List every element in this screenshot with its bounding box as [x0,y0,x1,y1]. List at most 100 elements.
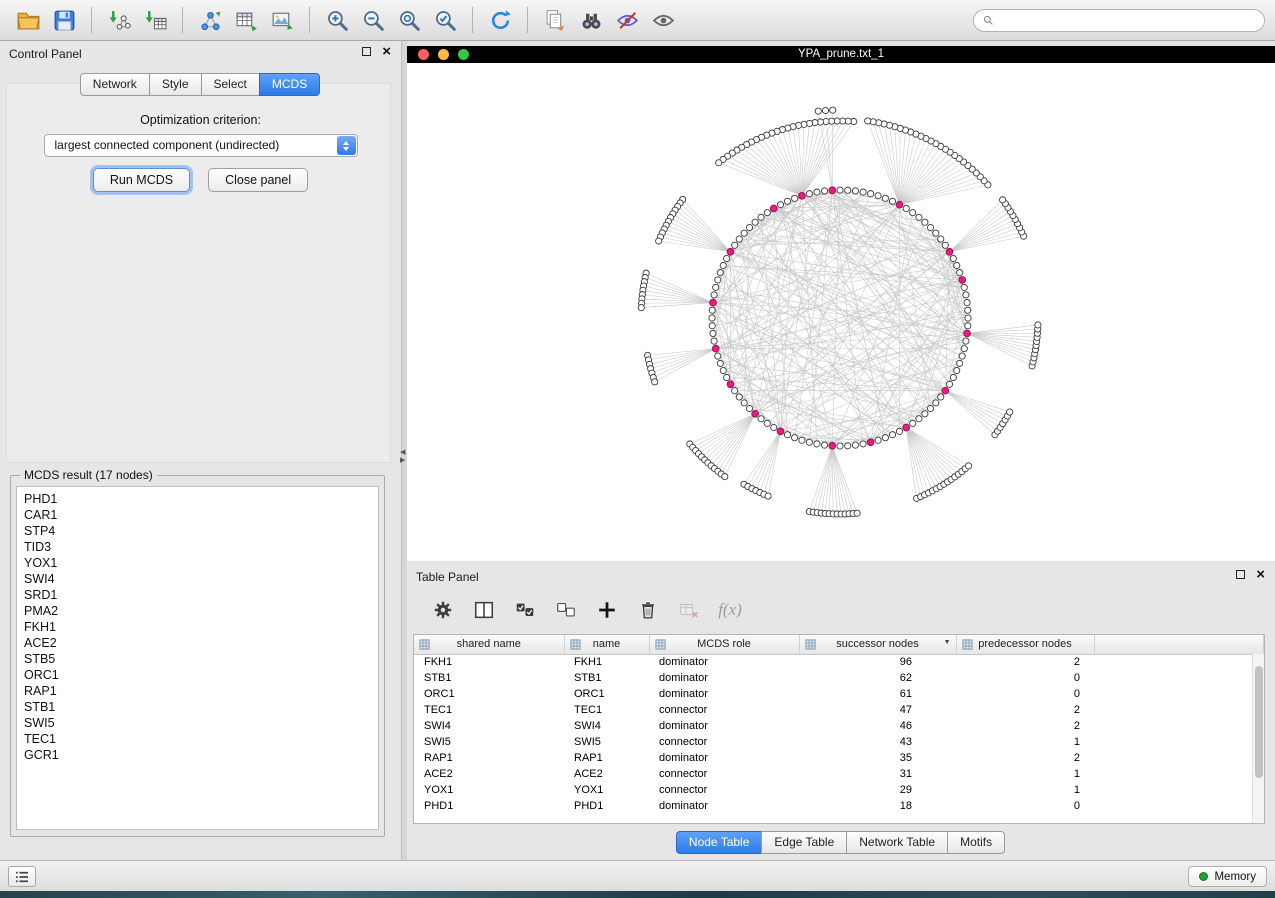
float-table-panel-icon[interactable] [1236,570,1245,579]
mcds-result-item[interactable]: SWI5 [24,715,371,731]
settings-button[interactable] [429,596,457,624]
table-row[interactable]: ORC1ORC1dominator610 [414,686,1264,702]
table-cell: FKH1 [564,654,649,670]
mcds-result-item[interactable]: PHD1 [24,491,371,507]
column-header-shared-name[interactable]: shared name [414,635,564,654]
table-row[interactable]: RAP1RAP1dominator352 [414,750,1264,766]
table-cell: TEC1 [564,702,649,718]
table-scrollbar[interactable] [1252,654,1264,823]
tab-motifs[interactable]: Motifs [947,831,1005,854]
find-button[interactable] [573,4,609,37]
select-all-button[interactable] [511,596,539,624]
table-cell: 31 [799,766,956,782]
search-input[interactable] [1000,13,1256,27]
zoom-selected-icon [433,8,458,33]
mcds-result-item[interactable]: ORC1 [24,667,371,683]
show-all-button[interactable] [645,4,681,37]
tab-edge-table[interactable]: Edge Table [761,831,847,854]
table-row[interactable]: YOX1YOX1connector291 [414,782,1264,798]
run-mcds-button[interactable]: Run MCDS [93,168,190,192]
tab-select[interactable]: Select [201,73,260,96]
table-row[interactable]: PHD1PHD1dominator180 [414,798,1264,814]
network-view-window: YPA_prune.txt_1 [407,46,1275,561]
mcds-result-list: PHD1CAR1STP4TID3YOX1SWI4SRD1PMA2FKH1ACE2… [16,486,379,830]
mcds-result-item[interactable]: CAR1 [24,507,371,523]
mcds-buttons-row: Run MCDS Close panel [0,168,401,192]
sort-desc-icon[interactable]: ▼ [944,639,951,646]
tab-node-table[interactable]: Node Table [676,831,763,854]
zoom-in-button[interactable] [319,4,355,37]
attribute-icon [962,639,973,650]
mcds-result-item[interactable]: GCR1 [24,747,371,763]
zoom-fit-button[interactable] [391,4,427,37]
table-row[interactable]: SWI4SWI4dominator462 [414,718,1264,734]
zoom-out-button[interactable] [355,4,391,37]
memory-button[interactable]: Memory [1188,866,1267,887]
save-icon [52,8,77,33]
criterion-selected-value: largest connected component (undirected) [55,138,280,152]
tab-style[interactable]: Style [149,73,202,96]
table-cell: 2 [956,718,1094,734]
close-panel-button[interactable]: Close panel [208,168,308,192]
tab-network[interactable]: Network [80,73,150,96]
delete-button[interactable] [634,596,662,624]
tab-mcds[interactable]: MCDS [259,73,320,96]
mcds-result-item[interactable]: STP4 [24,523,371,539]
select-all-icon [514,599,536,621]
save-button[interactable] [46,4,82,37]
deselect-all-button[interactable] [552,596,580,624]
column-header-name[interactable]: name [564,635,649,654]
export-image-button[interactable] [264,4,300,37]
columns-button[interactable] [470,596,498,624]
close-panel-icon[interactable]: × [382,46,391,57]
zoom-selected-button[interactable] [427,4,463,37]
hide-selected-button[interactable] [609,4,645,37]
table-cell: 1 [956,782,1094,798]
copy-view-button[interactable] [537,4,573,37]
mcds-result-item[interactable]: TEC1 [24,731,371,747]
export-image-icon [270,8,295,33]
mcds-result-item[interactable]: SWI4 [24,571,371,587]
network-canvas[interactable] [407,63,1275,561]
add-button[interactable] [593,596,621,624]
network-nodes[interactable] [638,107,1041,517]
task-history-button[interactable] [8,866,36,887]
combo-stepper-icon[interactable] [337,136,356,155]
table-toolbar: f(x) [407,588,744,632]
new-table-button[interactable] [228,4,264,37]
float-panel-icon[interactable] [362,47,371,56]
table-row[interactable]: ACE2ACE2connector311 [414,766,1264,782]
status-bar: Memory [0,860,1275,891]
mcds-result-item[interactable]: SRD1 [24,587,371,603]
mcds-result-item[interactable]: TID3 [24,539,371,555]
mcds-result-item[interactable]: RAP1 [24,683,371,699]
tab-network-table[interactable]: Network Table [846,831,948,854]
table-row[interactable]: STB1STB1dominator620 [414,670,1264,686]
criterion-select[interactable]: largest connected component (undirected) [44,134,358,157]
import-table-file-button[interactable] [137,4,173,37]
column-header-MCDS-role[interactable]: MCDS role [649,635,799,654]
column-header-successor-nodes[interactable]: successor nodes▼ [799,635,956,654]
column-header-predecessor-nodes[interactable]: predecessor nodes [956,635,1094,654]
zoom-out-icon [361,8,386,33]
mcds-result-item[interactable]: STB1 [24,699,371,715]
mcds-result-item[interactable]: FKH1 [24,619,371,635]
mcds-result-item[interactable]: YOX1 [24,555,371,571]
mcds-result-item[interactable]: PMA2 [24,603,371,619]
table-cell-filler [1094,702,1264,718]
scrollbar-thumb[interactable] [1255,666,1263,778]
close-table-panel-icon[interactable]: × [1256,569,1265,580]
mcds-result-item[interactable]: STB5 [24,651,371,667]
table-row[interactable]: TEC1TEC1connector472 [414,702,1264,718]
attribute-icon [805,639,816,650]
splitter-collapse-icon[interactable]: ◀▶ [400,449,405,465]
refresh-button[interactable] [482,4,518,37]
import-network-file-button[interactable] [101,4,137,37]
open-file-button[interactable] [10,4,46,37]
table-row[interactable]: FKH1FKH1dominator962 [414,654,1264,670]
mcds-result-item[interactable]: ACE2 [24,635,371,651]
new-network-icon [198,8,223,33]
table-cell: TEC1 [414,702,564,718]
table-row[interactable]: SWI5SWI5connector431 [414,734,1264,750]
new-network-button[interactable] [192,4,228,37]
